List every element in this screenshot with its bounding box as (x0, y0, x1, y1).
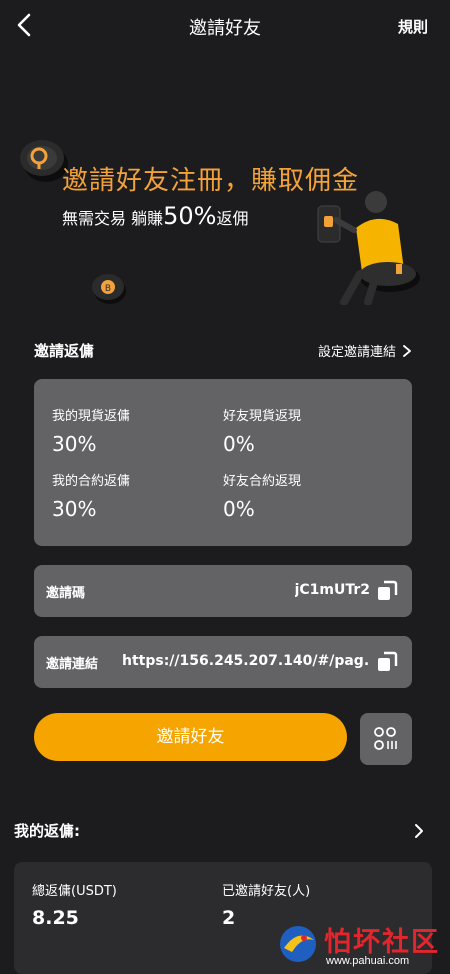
banner-percent: 50% (163, 202, 217, 230)
copy-icon[interactable] (376, 580, 398, 602)
my-rebate-header[interactable]: 我的返傭: (14, 820, 432, 844)
set-invite-link-label: 設定邀請連結 (317, 345, 396, 360)
rules-link[interactable]: 規則 (398, 16, 428, 37)
invite-link-row[interactable]: 邀請連結 https://156.245.207.140/#/pag... (34, 636, 412, 688)
page-title: 邀請好友 (189, 18, 261, 39)
chevron-left-icon (17, 13, 31, 37)
back-button[interactable] (12, 12, 38, 38)
qr-code-icon (374, 727, 397, 750)
promo-banner: 邀請好友注冊，賺取佣金 無需交易 躺賺50%返佣 B (0, 50, 450, 320)
svg-text:B: B (105, 284, 111, 294)
invite-code-value: jC1mUTr2 (294, 582, 370, 598)
total-rebate-value: 8.25 (32, 907, 79, 929)
header-bar: 邀請好友 規則 (0, 0, 450, 50)
watermark-logo-icon (280, 926, 316, 962)
watermark-url: www.pahuai.com (326, 955, 410, 967)
invite-rebate-header: 邀請返傭 設定邀請連結 (34, 340, 412, 364)
total-rebate-stat: 總返傭(USDT) 8.25 (32, 880, 117, 929)
stat-friend-spot-cashback: 好友現貨返現 0% (223, 405, 301, 456)
stat-friend-contract-cashback: 好友合約返現 0% (223, 470, 301, 521)
chevron-right-icon (415, 824, 423, 838)
invite-link-value: https://156.245.207.140/#/pag... (122, 653, 370, 669)
watermark-title: 怕坏社区 (324, 927, 440, 958)
invited-friends-label: 已邀請好友(人) (222, 884, 311, 899)
person-phone-illustration (317, 191, 420, 305)
my-rebate-title: 我的返傭: (14, 822, 80, 840)
stat-label: 我的現貨返傭 (52, 409, 131, 424)
banner-sub-suffix: 返佣 (216, 209, 249, 228)
stat-label: 好友合約返現 (223, 474, 302, 489)
invite-link-label: 邀請連結 (46, 657, 99, 672)
total-rebate-label: 總返傭(USDT) (32, 884, 117, 899)
site-watermark: 怕坏社区 www.pahuai.com (276, 918, 446, 970)
banner-sub-text: 無需交易 躺賺 (62, 209, 164, 228)
copy-icon[interactable] (376, 651, 398, 673)
chevron-right-icon (403, 344, 411, 357)
stat-my-spot-rebate: 我的現貨返傭 30% (52, 405, 130, 456)
stat-value: 30% (52, 497, 97, 521)
stat-label: 好友現貨返現 (223, 409, 302, 424)
invite-code-label: 邀請碼 (46, 586, 86, 601)
rebate-stats-card: 我的現貨返傭 30% 好友現貨返現 0% 我的合約返傭 30% 好友合約返現 0… (34, 379, 412, 546)
stat-label: 我的合約返傭 (52, 474, 131, 489)
banner-subline: 無需交易 躺賺50%返佣 (62, 202, 248, 230)
bitcoin-small-icon: B (92, 274, 126, 304)
stat-value: 30% (52, 432, 97, 456)
stat-value: 0% (223, 497, 255, 521)
stat-value: 0% (223, 432, 255, 456)
invite-code-row[interactable]: 邀請碼 jC1mUTr2 (34, 565, 412, 617)
set-invite-link-button[interactable]: 設定邀請連結 (318, 341, 412, 360)
qr-code-button[interactable] (360, 713, 412, 765)
invite-friends-page: 邀請好友 規則 邀請好友注冊，賺取佣金 無需交易 躺賺50%返佣 B 邀請返傭 … (0, 0, 450, 974)
invite-friends-button[interactable]: 邀請好友 (34, 713, 347, 761)
stat-my-contract-rebate: 我的合約返傭 30% (52, 470, 130, 521)
